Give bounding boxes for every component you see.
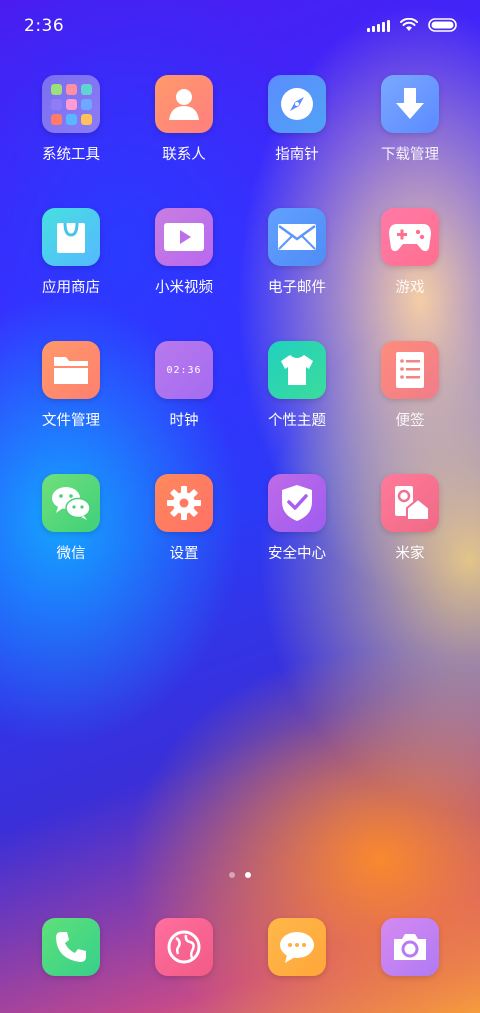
app-wechat[interactable]: 微信 (21, 474, 121, 563)
app-label: 小米视频 (155, 280, 213, 296)
app-clock[interactable]: 02:36 时钟 (134, 341, 234, 430)
message-icon (268, 918, 326, 976)
status-icons (367, 18, 458, 32)
status-bar: 2:36 (0, 0, 480, 52)
gamepad-icon (381, 208, 439, 266)
file-folder-icon (42, 341, 100, 399)
phone-icon (42, 918, 100, 976)
app-label: 文件管理 (42, 413, 100, 429)
clock-time-text: 02:36 (166, 364, 202, 376)
app-label: 个性主题 (268, 413, 326, 429)
notes-icon (381, 341, 439, 399)
shield-icon (268, 474, 326, 532)
status-time: 2:36 (24, 16, 65, 36)
app-label: 联系人 (162, 147, 206, 163)
page-dot-1[interactable] (229, 872, 235, 878)
camera-icon (381, 918, 439, 976)
shopping-bag-icon (42, 208, 100, 266)
smart-home-icon (381, 474, 439, 532)
compass-icon (268, 75, 326, 133)
download-icon (381, 75, 439, 133)
app-label: 米家 (395, 546, 425, 562)
video-icon (155, 208, 213, 266)
wifi-icon (400, 18, 418, 32)
app-label: 电子邮件 (268, 280, 326, 296)
app-compass[interactable]: 指南针 (247, 75, 347, 164)
app-notes[interactable]: 便签 (360, 341, 460, 430)
clock-icon: 02:36 (155, 341, 213, 399)
browser-icon (155, 918, 213, 976)
dock-camera[interactable] (360, 918, 460, 976)
app-downloads[interactable]: 下载管理 (360, 75, 460, 164)
app-mi-home[interactable]: 米家 (360, 474, 460, 563)
app-label: 微信 (56, 546, 86, 562)
dock-browser[interactable] (134, 918, 234, 976)
app-app-store[interactable]: 应用商店 (21, 208, 121, 297)
app-label: 设置 (169, 546, 199, 562)
app-label: 系统工具 (42, 147, 100, 163)
tshirt-icon (268, 341, 326, 399)
dock-phone[interactable] (21, 918, 121, 976)
app-system-tools[interactable]: 系统工具 (21, 75, 121, 164)
folder-icon (42, 75, 100, 133)
app-security-center[interactable]: 安全中心 (247, 474, 347, 563)
app-settings[interactable]: 设置 (134, 474, 234, 563)
gear-icon (155, 474, 213, 532)
app-label: 游戏 (395, 280, 425, 296)
app-contacts[interactable]: 联系人 (134, 75, 234, 164)
page-dot-2-current[interactable] (245, 872, 251, 878)
app-label: 便签 (395, 413, 425, 429)
app-themes[interactable]: 个性主题 (247, 341, 347, 430)
dock-messages[interactable] (247, 918, 347, 976)
battery-icon (428, 18, 458, 32)
wechat-icon (42, 474, 100, 532)
app-mi-video[interactable]: 小米视频 (134, 208, 234, 297)
app-label: 安全中心 (268, 546, 326, 562)
app-file-manager[interactable]: 文件管理 (21, 341, 121, 430)
app-games[interactable]: 游戏 (360, 208, 460, 297)
contacts-icon (155, 75, 213, 133)
mail-icon (268, 208, 326, 266)
signal-icon (367, 18, 390, 32)
app-label: 应用商店 (42, 280, 100, 296)
app-label: 时钟 (169, 413, 199, 429)
app-label: 下载管理 (381, 147, 439, 163)
app-label: 指南针 (275, 147, 319, 163)
app-email[interactable]: 电子邮件 (247, 208, 347, 297)
page-indicator[interactable] (0, 872, 480, 878)
